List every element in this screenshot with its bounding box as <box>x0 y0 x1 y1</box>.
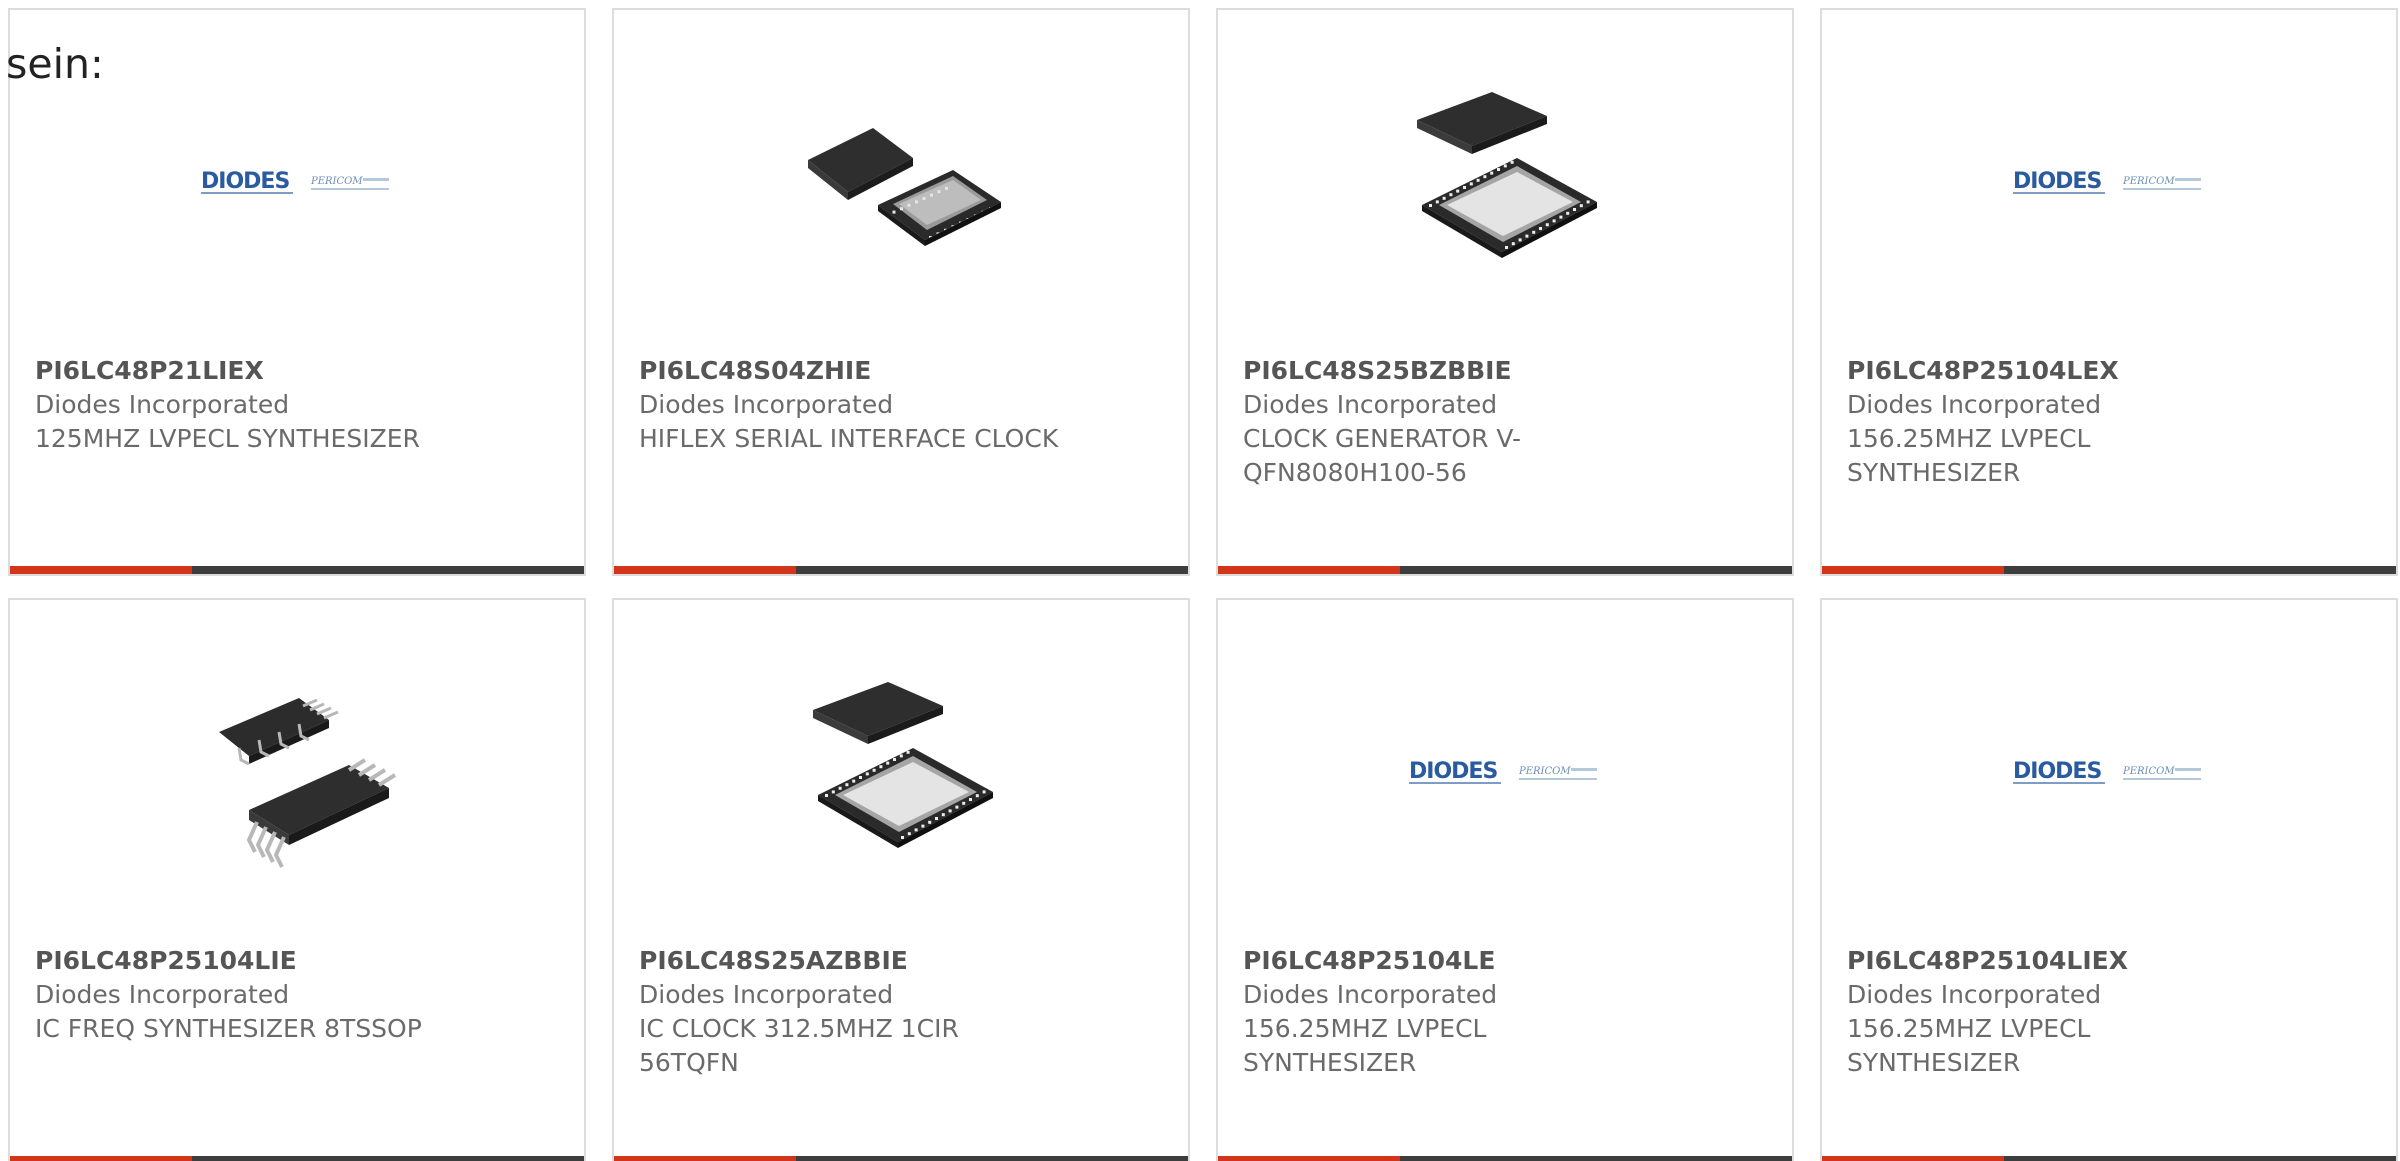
product-card[interactable]: PI6LC48P25104LIE Diodes Incorporated IC … <box>8 598 586 1161</box>
product-description: IC CLOCK 312.5MHZ 1CIR 56TQFN <box>639 1014 959 1077</box>
svg-text:DIODES: DIODES <box>2013 759 2101 784</box>
diodes-pericom-logo-icon: DIODES PERICOM <box>2013 759 2201 784</box>
tssop-chip-icon <box>219 698 397 868</box>
product-image <box>803 670 1003 870</box>
part-number[interactable]: PI6LC48P25104LEX <box>1847 354 2267 388</box>
product-description: HIFLEX SERIAL INTERFACE CLOCK <box>639 424 1059 453</box>
part-number[interactable]: PI6LC48S25AZBBIE <box>639 944 1059 978</box>
svg-text:PERICOM: PERICOM <box>2122 766 2175 777</box>
card-bottom-bar <box>1822 566 2396 574</box>
product-card[interactable]: PI6LC48S25BZBBIE Diodes Incorporated CLO… <box>1216 8 1794 576</box>
product-image <box>803 80 1003 280</box>
product-info: PI6LC48P25104LE Diodes Incorporated 156.… <box>1243 944 1663 1080</box>
part-number[interactable]: PI6LC48P21LIEX <box>35 354 455 388</box>
diodes-pericom-logo-icon: DIODES PERICOM <box>201 169 389 194</box>
manufacturer-name: Diodes Incorporated <box>639 980 894 1009</box>
card-bottom-bar <box>10 566 584 574</box>
product-image: DIODES PERICOM <box>1407 670 1607 870</box>
card-bottom-bar <box>1822 1156 2396 1161</box>
product-card[interactable]: DIODES PERICOM PI6LC48P25104LEX Diodes In… <box>1820 8 2398 576</box>
part-number[interactable]: PI6LC48P25104LIEX <box>1847 944 2267 978</box>
card-bottom-bar <box>614 1156 1188 1161</box>
product-description: IC FREQ SYNTHESIZER 8TSSOP <box>35 1014 422 1043</box>
card-accent-bar <box>1822 1156 2004 1161</box>
manufacturer-name: Diodes Incorporated <box>1243 390 1498 419</box>
card-bottom-bar <box>614 566 1188 574</box>
card-bottom-bar <box>1218 1156 1792 1161</box>
product-description: 125MHZ LVPECL SYNTHESIZER <box>35 424 420 453</box>
product-card[interactable]: PI6LC48S04ZHIE Diodes Incorporated HIFLE… <box>612 8 1190 576</box>
product-info: PI6LC48P25104LIE Diodes Incorporated IC … <box>35 944 455 1046</box>
part-number[interactable]: PI6LC48P25104LE <box>1243 944 1663 978</box>
intro-text: sein: <box>6 40 104 88</box>
product-description: 156.25MHZ LVPECL SYNTHESIZER <box>1243 1014 1487 1077</box>
card-bottom-bar <box>1218 566 1792 574</box>
svg-text:PERICOM: PERICOM <box>1518 766 1571 777</box>
manufacturer-name: Diodes Incorporated <box>35 390 290 419</box>
card-accent-bar <box>1218 1156 1400 1161</box>
product-description: 156.25MHZ LVPECL SYNTHESIZER <box>1847 1014 2091 1077</box>
card-accent-bar <box>10 566 192 574</box>
card-accent-bar <box>1822 566 2004 574</box>
svg-text:PERICOM: PERICOM <box>2122 176 2175 187</box>
product-card[interactable]: DIODES PERICOM PI6LC48P25104LE Diodes Inc… <box>1216 598 1794 1161</box>
manufacturer-name: Diodes Incorporated <box>1243 980 1498 1009</box>
product-card[interactable]: DIODES PERICOM PI6LC48P25104LIEX Diodes I… <box>1820 598 2398 1161</box>
product-grid-page: sein: DIODES PERICOM PI6LC48P21LIEX Diode… <box>0 0 2400 1161</box>
card-accent-bar <box>10 1156 192 1161</box>
product-info: PI6LC48P21LIEX Diodes Incorporated 125MH… <box>35 354 455 456</box>
product-image: DIODES PERICOM <box>199 80 399 280</box>
product-description: CLOCK GENERATOR V-QFN8080H100-56 <box>1243 424 1522 487</box>
diodes-pericom-logo-icon: DIODES PERICOM <box>1409 759 1597 784</box>
card-accent-bar <box>614 566 796 574</box>
manufacturer-name: Diodes Incorporated <box>639 390 894 419</box>
svg-text:DIODES: DIODES <box>2013 169 2101 194</box>
qfn-chip-icon <box>808 128 1001 246</box>
card-accent-bar <box>1218 566 1400 574</box>
card-accent-bar <box>614 1156 796 1161</box>
svg-text:PERICOM: PERICOM <box>310 176 363 187</box>
product-description: 156.25MHZ LVPECL SYNTHESIZER <box>1847 424 2091 487</box>
part-number[interactable]: PI6LC48P25104LIE <box>35 944 455 978</box>
product-image <box>1407 80 1607 280</box>
diodes-pericom-logo-icon: DIODES PERICOM <box>2013 169 2201 194</box>
part-number[interactable]: PI6LC48S25BZBBIE <box>1243 354 1663 388</box>
manufacturer-name: Diodes Incorporated <box>1847 980 2102 1009</box>
product-info: PI6LC48P25104LIEX Diodes Incorporated 15… <box>1847 944 2267 1080</box>
product-info: PI6LC48S04ZHIE Diodes Incorporated HIFLE… <box>639 354 1059 456</box>
product-info: PI6LC48S25AZBBIE Diodes Incorporated IC … <box>639 944 1059 1080</box>
svg-text:DIODES: DIODES <box>201 169 289 194</box>
qfn-chip-icon <box>1417 92 1597 258</box>
svg-text:DIODES: DIODES <box>1409 759 1497 784</box>
product-image: DIODES PERICOM <box>2011 670 2211 870</box>
card-bottom-bar <box>10 1156 584 1161</box>
product-info: PI6LC48S25BZBBIE Diodes Incorporated CLO… <box>1243 354 1663 490</box>
product-card[interactable]: DIODES PERICOM PI6LC48P21LIEX Diodes Inco… <box>8 8 586 576</box>
part-number[interactable]: PI6LC48S04ZHIE <box>639 354 1059 388</box>
product-grid: DIODES PERICOM PI6LC48P21LIEX Diodes Inco… <box>8 8 2400 1161</box>
product-card[interactable]: PI6LC48S25AZBBIE Diodes Incorporated IC … <box>612 598 1190 1161</box>
qfn-chip-icon <box>813 682 993 848</box>
product-image <box>199 670 399 870</box>
product-image: DIODES PERICOM <box>2011 80 2211 280</box>
manufacturer-name: Diodes Incorporated <box>35 980 290 1009</box>
manufacturer-name: Diodes Incorporated <box>1847 390 2102 419</box>
product-info: PI6LC48P25104LEX Diodes Incorporated 156… <box>1847 354 2267 490</box>
